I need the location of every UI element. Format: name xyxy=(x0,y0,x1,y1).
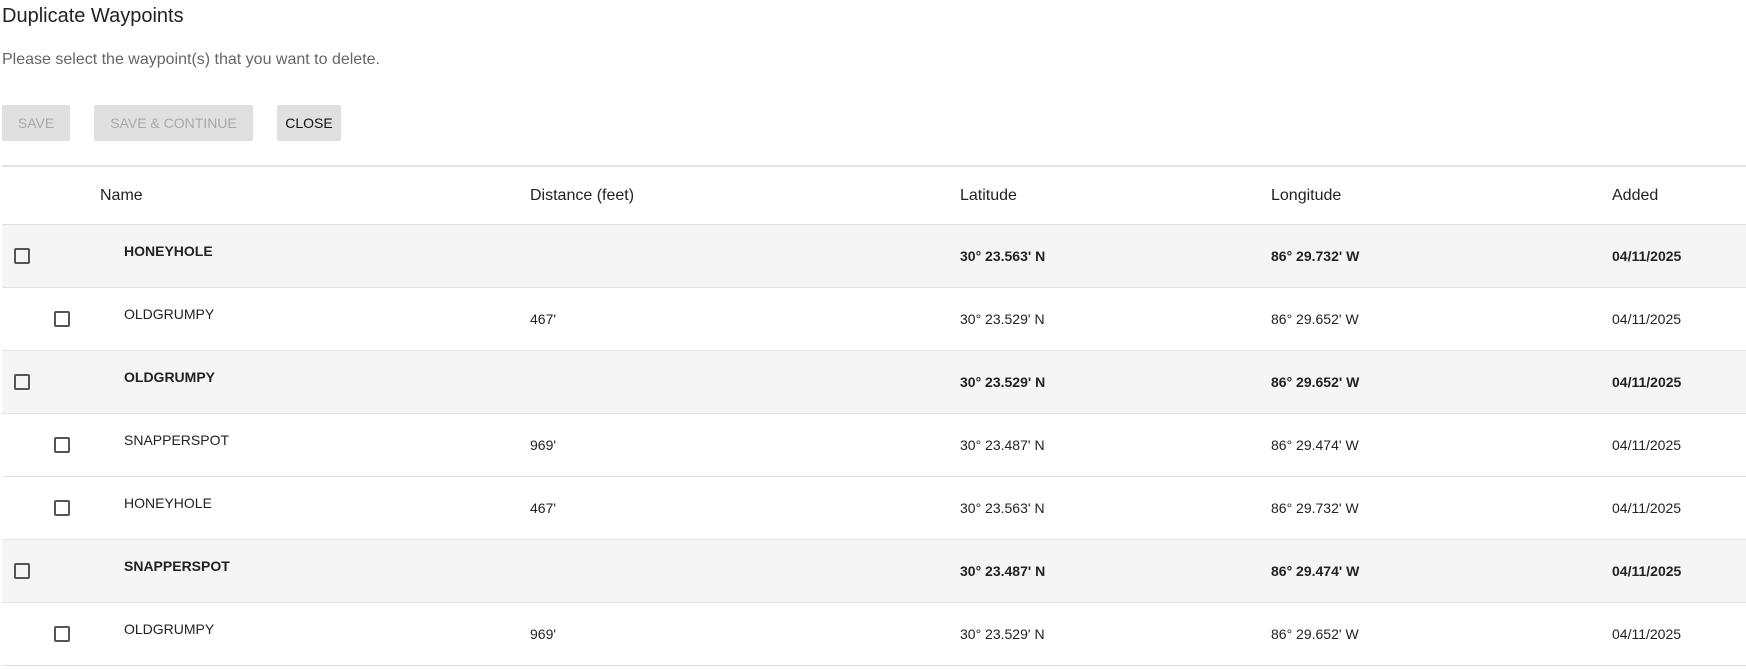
row-checkbox[interactable] xyxy=(14,248,30,264)
cell-name: SNAPPERSPOT xyxy=(124,432,230,448)
cell-latitude: 30° 23.563' N xyxy=(960,248,1046,264)
table-row-primary[interactable]: OLDGRUMPY 30° 23.529' N 86° 29.652' W 04/11… xyxy=(2,351,1746,414)
row-checkbox[interactable] xyxy=(54,437,70,453)
cell-distance: 467' xyxy=(530,500,557,516)
row-checkbox[interactable] xyxy=(54,626,70,642)
header-name: Name xyxy=(100,187,143,204)
cell-distance: 969' xyxy=(530,626,557,642)
cell-added: 04/11/2025 xyxy=(1612,311,1682,327)
header-longitude: Longitude xyxy=(1271,187,1342,204)
cell-name: OLDGRUMPY xyxy=(124,369,215,385)
cell-added: 04/11/2025 xyxy=(1612,626,1682,642)
cell-latitude: 30° 23.487' N xyxy=(960,563,1046,579)
cell-name: OLDGRUMPY xyxy=(124,621,215,637)
table-row-duplicate[interactable]: SNAPPERSPOT 969' 30° 23.487' N 86° 29.474' … xyxy=(2,414,1746,477)
cell-added: 04/11/2025 xyxy=(1612,248,1682,264)
cell-added: 04/11/2025 xyxy=(1612,437,1682,453)
cell-latitude: 30° 23.529' N xyxy=(960,374,1046,390)
cell-latitude: 30° 23.529' N xyxy=(960,626,1045,642)
cell-longitude: 86° 29.474' W xyxy=(1271,437,1359,453)
row-checkbox[interactable] xyxy=(54,311,70,327)
row-checkbox[interactable] xyxy=(54,500,70,516)
cell-longitude: 86° 29.652' W xyxy=(1271,311,1359,327)
cell-latitude: 30° 23.563' N xyxy=(960,500,1045,516)
cell-longitude: 86° 29.732' W xyxy=(1271,248,1360,264)
table-row-duplicate[interactable]: OLDGRUMPY 969' 30° 23.529' N 86° 29.652' W 0… xyxy=(2,603,1746,666)
header-distance: Distance (feet) xyxy=(530,187,635,204)
cell-longitude: 86° 29.732' W xyxy=(1271,500,1359,516)
cell-distance: 467' xyxy=(530,311,557,327)
table-row-primary[interactable]: HONEYHOLE 30° 23.563' N 86° 29.732' W 04/11… xyxy=(2,225,1746,288)
close-button[interactable]: CLOSE xyxy=(277,105,341,141)
table-body: HONEYHOLE 30° 23.563' N 86° 29.732' W 04/11… xyxy=(2,225,1746,666)
row-checkbox[interactable] xyxy=(14,563,30,579)
save-continue-button[interactable]: SAVE & CONTINUE xyxy=(94,105,253,141)
header-latitude: Latitude xyxy=(960,187,1017,204)
cell-name: HONEYHOLE xyxy=(124,243,213,259)
dialog-subtitle: Please select the waypoint(s) that you w… xyxy=(2,51,380,68)
cell-added: 04/11/2025 xyxy=(1612,500,1682,516)
cell-longitude: 86° 29.652' W xyxy=(1271,374,1360,390)
cell-added: 04/11/2025 xyxy=(1612,374,1682,390)
cell-name: HONEYHOLE xyxy=(124,495,212,511)
cell-longitude: 86° 29.474' W xyxy=(1271,563,1360,579)
table-row-primary[interactable]: SNAPPERSPOT 30° 23.487' N 86° 29.474' W 04/… xyxy=(2,540,1746,603)
cell-added: 04/11/2025 xyxy=(1612,563,1682,579)
dialog-title: Duplicate Waypoints xyxy=(2,5,184,27)
cell-name: OLDGRUMPY xyxy=(124,306,215,322)
header-added: Added xyxy=(1612,187,1659,204)
row-checkbox[interactable] xyxy=(14,374,30,390)
table-row-duplicate[interactable]: HONEYHOLE 467' 30° 23.563' N 86° 29.732' W 0… xyxy=(2,477,1746,540)
cell-latitude: 30° 23.529' N xyxy=(960,311,1045,327)
table-header: Name Distance (feet) Latitude Longitude … xyxy=(2,167,1746,225)
cell-latitude: 30° 23.487' N xyxy=(960,437,1045,453)
duplicates-table: Name Distance (feet) Latitude Longitude … xyxy=(2,165,1746,666)
save-button[interactable]: SAVE xyxy=(2,105,70,141)
cell-name: SNAPPERSPOT xyxy=(124,558,230,574)
cell-distance: 969' xyxy=(530,437,557,453)
cell-longitude: 86° 29.652' W xyxy=(1271,626,1359,642)
table-row-duplicate[interactable]: OLDGRUMPY 467' 30° 23.529' N 86° 29.652' W 0… xyxy=(2,288,1746,351)
